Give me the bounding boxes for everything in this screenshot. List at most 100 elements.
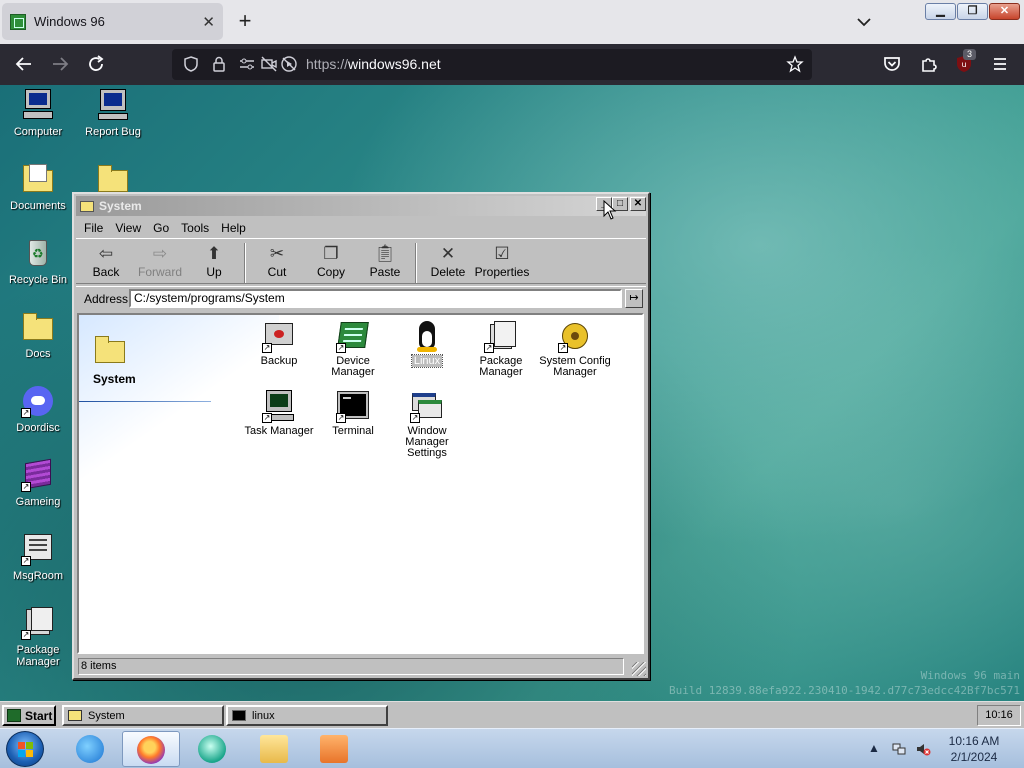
w96-taskbar: Start System linux 10:16 [0, 701, 1024, 728]
package-manager-icon: ↗ [484, 319, 518, 353]
folder-icon [260, 735, 288, 763]
browser-navbar: https://windows96.net u 3 [0, 44, 1024, 85]
properties-icon: ☑ [494, 244, 510, 263]
file-view: System ↗ Backup ↗ Device Manager Linux ↗… [77, 313, 644, 654]
lock-icon[interactable] [210, 55, 228, 73]
go-arrow-icon[interactable]: ↦ [625, 289, 643, 308]
forward-arrow-icon[interactable] [48, 52, 72, 76]
computer-icon [21, 88, 55, 122]
big-folder-icon [93, 333, 127, 363]
back-arrow-icon[interactable] [12, 52, 36, 76]
chat-app-taskbar-button[interactable] [184, 731, 242, 767]
task-manager-icon: ↗ [262, 389, 296, 423]
desktop-icon-gameing[interactable]: ↗ Gameing [0, 458, 76, 508]
folder-icon [80, 200, 94, 212]
menu-file[interactable]: File [78, 219, 109, 237]
autoplay-blocked-icon[interactable] [280, 55, 298, 73]
svg-text:u: u [961, 60, 966, 69]
ublock-origin-icon[interactable]: u 3 [952, 49, 976, 76]
desktop-icon-recycle-bin[interactable]: Recycle Bin [0, 236, 76, 286]
properties-button[interactable]: ☑ Properties [472, 243, 532, 279]
window-title: System [99, 199, 142, 213]
menu-view[interactable]: View [109, 219, 147, 237]
folder-title: System [93, 372, 136, 386]
menu-help[interactable]: Help [215, 219, 252, 237]
internet-explorer-taskbar-button[interactable] [62, 731, 120, 767]
forward-button[interactable]: ⇨ Forward [133, 243, 187, 279]
menu-go[interactable]: Go [147, 219, 175, 237]
menu-tools[interactable]: Tools [175, 219, 215, 237]
file-item-package-manager[interactable]: ↗ Package Manager [464, 319, 538, 378]
network-icon[interactable] [891, 741, 907, 757]
chat-bubble-icon [198, 735, 226, 763]
file-item-backup[interactable]: ↗ Backup [242, 319, 316, 367]
permissions-icon[interactable] [238, 55, 256, 73]
desktop-icon-documents[interactable]: Documents [0, 162, 76, 212]
taskbar-item-system[interactable]: System [62, 705, 224, 726]
discord-icon: ↗ [21, 384, 55, 418]
resize-grip[interactable] [632, 662, 646, 676]
folder-icon [21, 310, 55, 344]
desktop-icon-doordisc[interactable]: ↗ Doordisc [0, 384, 76, 434]
file-item-terminal[interactable]: ↗ Terminal [316, 389, 390, 437]
file-item-window-manager-settings[interactable]: ↗ Window Manager Settings [390, 389, 464, 459]
tracking-protection-shield-icon[interactable] [182, 55, 200, 73]
restore-window-button[interactable]: ❐ [957, 3, 988, 20]
volume-muted-icon[interactable] [915, 741, 931, 757]
build-watermark-line2: Build 12839.88efa922.230410-1942.d77c73e… [669, 684, 1020, 697]
reload-icon[interactable] [84, 52, 108, 76]
file-item-task-manager[interactable]: ↗ Task Manager [242, 389, 316, 437]
toolbar-separator [415, 243, 417, 283]
url-bar[interactable]: https://windows96.net [172, 49, 812, 80]
terminal-icon: ↗ [336, 389, 370, 423]
start-button[interactable]: Start [2, 705, 56, 726]
paste-button[interactable]: 📋︎ Paste [358, 243, 412, 279]
package-manager-icon: ↗ [21, 606, 55, 640]
delete-x-icon: ✕ [440, 244, 456, 263]
taskbar-item-linux[interactable]: linux [226, 705, 388, 726]
desktop-icon-computer[interactable]: Computer [0, 88, 76, 138]
close-window-button[interactable]: ✕ [989, 3, 1020, 20]
system-clock[interactable]: 10:16 AM 2/1/2024 [944, 733, 1004, 765]
close-tab-icon[interactable]: ✕ [202, 13, 215, 31]
window-titlebar[interactable]: System [76, 196, 646, 216]
minimize-window-button[interactable]: ▁ [925, 3, 956, 20]
delete-button[interactable]: ✕ Delete [421, 243, 475, 279]
copy-button[interactable]: ❐ Copy [304, 243, 358, 279]
hamburger-menu-icon[interactable] [988, 52, 1012, 76]
close-button[interactable]: ✕ [630, 197, 646, 211]
new-tab-button[interactable]: + [234, 8, 256, 34]
list-all-tabs-button[interactable] [852, 10, 876, 34]
windows-start-orb-icon[interactable] [6, 731, 44, 767]
file-list: ↗ Backup ↗ Device Manager Linux ↗ Packag… [237, 315, 637, 652]
file-item-linux[interactable]: Linux [390, 319, 464, 368]
extensions-puzzle-icon[interactable] [917, 52, 941, 76]
pocket-icon[interactable] [880, 52, 904, 76]
browser-tab-strip: Windows 96 ✕ + ▁ ❐ ✕ [0, 0, 1024, 44]
file-item-device-manager[interactable]: ↗ Device Manager [316, 319, 390, 378]
desktop-icon-report-bug[interactable]: Report Bug [75, 88, 151, 138]
report-bug-icon [96, 88, 130, 122]
file-item-system-config-manager[interactable]: ↗ System Config Manager [538, 319, 612, 378]
back-button[interactable]: ⇦ Back [79, 243, 133, 279]
desktop-icon-docs[interactable]: Docs [0, 310, 76, 360]
documents-folder-icon [21, 162, 55, 196]
scissors-icon: ✂ [269, 244, 285, 263]
bookmark-star-icon[interactable] [786, 55, 804, 73]
url-text[interactable]: https://windows96.net [306, 56, 441, 72]
show-hidden-icons-button[interactable]: ▲ [868, 741, 880, 755]
media-player-taskbar-button[interactable] [306, 731, 364, 767]
host-taskbar: ▲ 10:16 AM 2/1/2024 [0, 728, 1024, 768]
up-button[interactable]: ⬆ Up [187, 243, 241, 279]
address-input[interactable]: C:/system/programs/System [129, 289, 622, 308]
w96-clock: 10:16 [977, 705, 1021, 726]
desktop-icon-msgroom[interactable]: ↗ MsgRoom [0, 532, 76, 582]
tab-title: Windows 96 [34, 14, 105, 29]
firefox-taskbar-button[interactable] [122, 731, 180, 767]
clock-time: 10:16 AM [948, 734, 1000, 748]
desktop-icon-package-manager[interactable]: ↗ Package Manager [0, 606, 76, 668]
browser-tab[interactable]: Windows 96 ✕ [2, 3, 223, 40]
file-explorer-taskbar-button[interactable] [246, 731, 304, 767]
cut-button[interactable]: ✂ Cut [250, 243, 304, 279]
camera-blocked-icon[interactable] [260, 55, 278, 73]
